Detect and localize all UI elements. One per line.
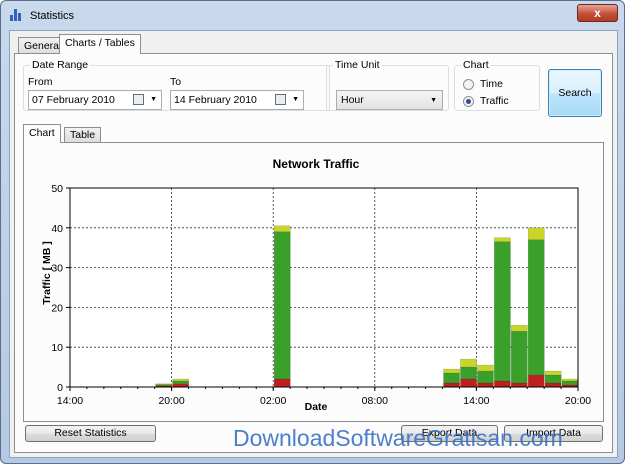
x-tick-label: 20:00 — [565, 395, 591, 407]
chevron-down-icon[interactable]: ▼ — [430, 92, 437, 110]
calendar-icon[interactable] — [133, 94, 144, 105]
y-tick-label: 10 — [51, 342, 63, 354]
chevron-down-icon[interactable]: ▼ — [292, 91, 299, 109]
date-range-label: Date Range — [30, 59, 91, 71]
radio-time[interactable]: Time — [463, 78, 533, 92]
chart-bar — [273, 231, 291, 380]
chart-option-label: Chart — [461, 59, 491, 71]
chart-bar — [460, 358, 477, 368]
subtab-table[interactable]: Table — [64, 127, 102, 143]
x-tick-label: 20:00 — [158, 395, 184, 407]
y-tick-label: 40 — [51, 223, 63, 235]
chart-bar — [477, 364, 494, 372]
chart-bar — [155, 383, 173, 385]
chart-bar — [172, 378, 189, 382]
chart-bar — [443, 368, 460, 374]
tab-charts-tables[interactable]: Charts / Tables — [59, 34, 141, 54]
from-label: From — [28, 76, 53, 88]
radio-time-label: Time — [480, 78, 503, 90]
from-date-picker[interactable]: 07 February 2010 ▼ — [28, 90, 162, 110]
y-tick-label: 0 — [57, 382, 63, 394]
chart-bar — [477, 382, 494, 388]
chart-bar — [527, 227, 545, 240]
chart-option-group: Chart Time Traffic — [454, 59, 540, 111]
chart-bar — [511, 331, 528, 384]
chart-bar — [561, 380, 579, 386]
chart-bar — [443, 382, 460, 388]
tab-general-label: General — [24, 40, 62, 52]
x-tick-label: 14:00 — [463, 395, 489, 407]
chart-bar — [511, 382, 528, 388]
x-tick-label: 08:00 — [362, 395, 388, 407]
bar-chart-icon — [10, 9, 24, 21]
subtab-chart[interactable]: Chart — [23, 124, 61, 143]
chart-bar — [561, 378, 579, 382]
x-axis-label: Date — [305, 401, 328, 413]
radio-button-selected[interactable] — [463, 96, 474, 107]
chart-bar — [494, 241, 511, 382]
chart-panel: Network Traffic 0 10 20 30 40 50 14:00 20:00 02:… — [23, 142, 604, 422]
x-tick-label: 02:00 — [260, 395, 286, 407]
x-tick-label: 14:00 — [57, 395, 83, 407]
to-label: To — [170, 76, 182, 88]
chart-bar — [460, 366, 477, 380]
y-tick-label: 20 — [51, 302, 63, 314]
to-date-picker[interactable]: 14 February 2010 ▼ — [170, 90, 304, 110]
reset-statistics-button[interactable]: Reset Statistics — [25, 425, 156, 442]
chart-bar — [477, 370, 494, 384]
y-tick-label: 50 — [51, 183, 63, 195]
charts-tables-panel: Date Range From 07 February 2010 ▼ To 14… — [14, 53, 613, 453]
chart-bar — [544, 370, 562, 376]
network-traffic-chart: Network Traffic 0 10 20 30 40 50 14:00 20:00 02:… — [41, 157, 591, 413]
window-title: Statistics — [30, 10, 75, 22]
time-unit-label: Time Unit — [333, 59, 382, 71]
to-date-value: 14 February 2010 — [174, 94, 257, 106]
close-button[interactable]: x — [577, 4, 618, 22]
date-range-group: Date Range From 07 February 2010 ▼ To 14… — [23, 59, 330, 111]
title-bar: Statistics x — [1, 1, 624, 29]
statistics-window: Statistics x General Charts / Tables Dat… — [0, 0, 625, 464]
watermark-text: DownloadSoftwareGratisan.com — [233, 425, 563, 451]
chart-bar — [273, 378, 291, 388]
chevron-down-icon[interactable]: ▼ — [150, 91, 157, 109]
chart-bar — [273, 225, 291, 233]
time-unit-select[interactable]: Hour ▼ — [336, 90, 443, 110]
chart-bar — [460, 378, 477, 388]
chart-bar — [443, 372, 460, 384]
plot-area: 0 10 20 30 40 50 14:00 20:00 02:00 08:00 14:00 20:0… — [51, 183, 591, 407]
chart-bar — [511, 325, 528, 332]
subtab-chart-label: Chart — [29, 127, 55, 139]
calendar-icon[interactable] — [275, 94, 286, 105]
from-date-value: 07 February 2010 — [32, 94, 115, 106]
subtab-table-label: Table — [70, 129, 96, 141]
chart-bar — [544, 382, 562, 388]
radio-traffic-label: Traffic — [480, 95, 509, 107]
client-area: General Charts / Tables Date Range From … — [9, 30, 618, 458]
chart-bar — [527, 239, 545, 376]
chart-title: Network Traffic — [273, 157, 360, 171]
y-axis-label: Traffic [ MB ] — [41, 241, 53, 305]
radio-traffic[interactable]: Traffic — [463, 95, 533, 109]
search-button[interactable]: Search — [548, 69, 602, 117]
chart-bar — [494, 237, 511, 242]
radio-button[interactable] — [463, 79, 474, 90]
time-unit-group: Time Unit Hour ▼ — [326, 59, 449, 111]
chart-bar — [544, 374, 562, 384]
time-unit-value: Hour — [341, 94, 364, 106]
tab-charts-tables-label: Charts / Tables — [65, 37, 135, 49]
chart-bar — [494, 380, 511, 388]
chart-bar — [172, 380, 189, 385]
y-tick-label: 30 — [51, 263, 63, 275]
chart-bar — [527, 374, 545, 388]
